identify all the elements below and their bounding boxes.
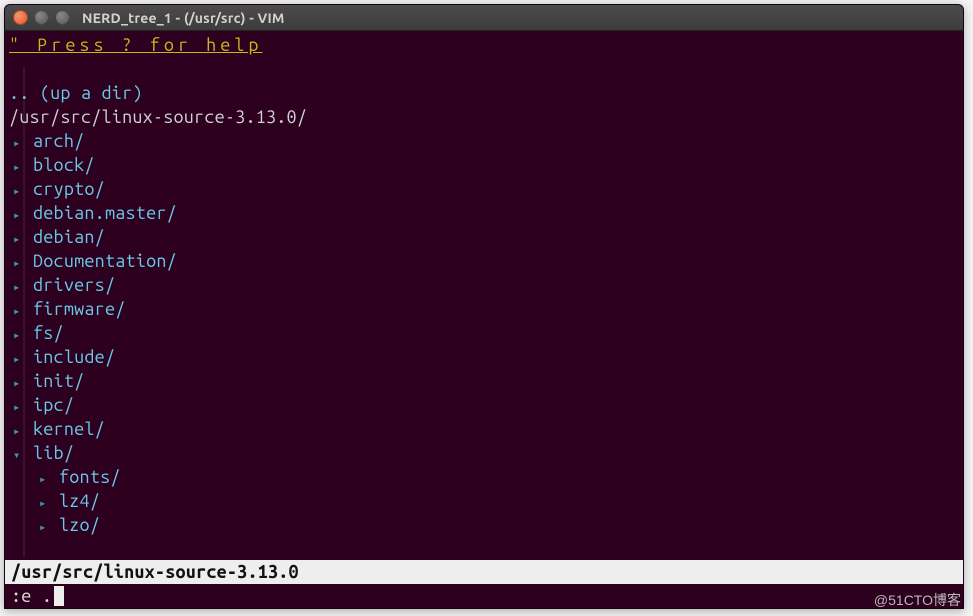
- tree-node[interactable]: ▾lib/: [9, 441, 959, 465]
- bottom-area: /usr/src/linux-source-3.13.0 :e .: [5, 560, 963, 608]
- tree-node[interactable]: ▸ lz4/: [9, 489, 959, 513]
- tree-node[interactable]: ▸ipc/: [9, 393, 959, 417]
- tree-node[interactable]: ▸drivers/: [9, 273, 959, 297]
- tree-node-name: lzo/: [59, 513, 100, 537]
- tree-node-name: crypto/: [33, 177, 105, 201]
- terminal-window: NERD_tree_1 - (/usr/src) - VIM " Press ?…: [4, 4, 964, 609]
- chevron-right-icon[interactable]: ▸: [39, 516, 51, 540]
- watermark: @51CTO博客: [874, 590, 961, 610]
- tree-node[interactable]: ▸Documentation/: [9, 249, 959, 273]
- tree-node-name: fs/: [33, 321, 64, 345]
- up-dir-line[interactable]: .. (up a dir): [9, 81, 959, 105]
- tree-node-name: ipc/: [33, 393, 74, 417]
- window-title: NERD_tree_1 - (/usr/src) - VIM: [82, 10, 285, 26]
- terminal-content[interactable]: " Press ? for help .. (up a dir) /usr/sr…: [5, 31, 963, 537]
- tree-node[interactable]: ▸fs/: [9, 321, 959, 345]
- tree-node[interactable]: ▸include/: [9, 345, 959, 369]
- tree-node-name: arch/: [33, 129, 84, 153]
- tree-node[interactable]: ▸debian/: [9, 225, 959, 249]
- tree-node-name: kernel/: [33, 417, 105, 441]
- tree-node[interactable]: ▸block/: [9, 153, 959, 177]
- cursor-icon: [54, 586, 64, 606]
- tree-node-name: drivers/: [33, 273, 115, 297]
- tree-node-name: debian.master/: [33, 201, 177, 225]
- close-icon[interactable]: [13, 10, 28, 25]
- tree-node[interactable]: ▸init/: [9, 369, 959, 393]
- blank-line: [9, 57, 959, 81]
- tree-container: ▸arch/▸block/▸crypto/▸debian.master/▸deb…: [9, 129, 959, 537]
- maximize-icon[interactable]: [55, 10, 70, 25]
- command-text: :e .: [11, 584, 52, 608]
- tree-node-name: fonts/: [59, 465, 121, 489]
- minimize-icon[interactable]: [34, 10, 49, 25]
- tree-node-name: init/: [33, 369, 84, 393]
- help-line: " Press ? for help: [9, 33, 959, 57]
- status-bar: /usr/src/linux-source-3.13.0: [5, 560, 963, 584]
- chevron-right-icon[interactable]: ▸: [39, 468, 51, 492]
- tree-node[interactable]: ▸arch/: [9, 129, 959, 153]
- tree-node[interactable]: ▸kernel/: [9, 417, 959, 441]
- tree-node[interactable]: ▸ lzo/: [9, 513, 959, 537]
- tree-node-name: lib/: [33, 441, 74, 465]
- tree-node-name: Documentation/: [33, 249, 177, 273]
- chevron-right-icon[interactable]: ▸: [39, 492, 51, 516]
- tree-node-name: debian/: [33, 225, 105, 249]
- titlebar: NERD_tree_1 - (/usr/src) - VIM: [5, 5, 963, 31]
- tree-node-name: lz4/: [59, 489, 100, 513]
- tree-node-name: firmware/: [33, 297, 126, 321]
- tree-node-name: include/: [33, 345, 115, 369]
- tree-node-name: block/: [33, 153, 95, 177]
- command-line[interactable]: :e .: [5, 584, 963, 608]
- root-path-line: /usr/src/linux-source-3.13.0/: [9, 105, 959, 129]
- tree-node[interactable]: ▸crypto/: [9, 177, 959, 201]
- divider: [23, 67, 25, 557]
- tree-node[interactable]: ▸debian.master/: [9, 201, 959, 225]
- tree-node[interactable]: ▸firmware/: [9, 297, 959, 321]
- tree-node[interactable]: ▸ fonts/: [9, 465, 959, 489]
